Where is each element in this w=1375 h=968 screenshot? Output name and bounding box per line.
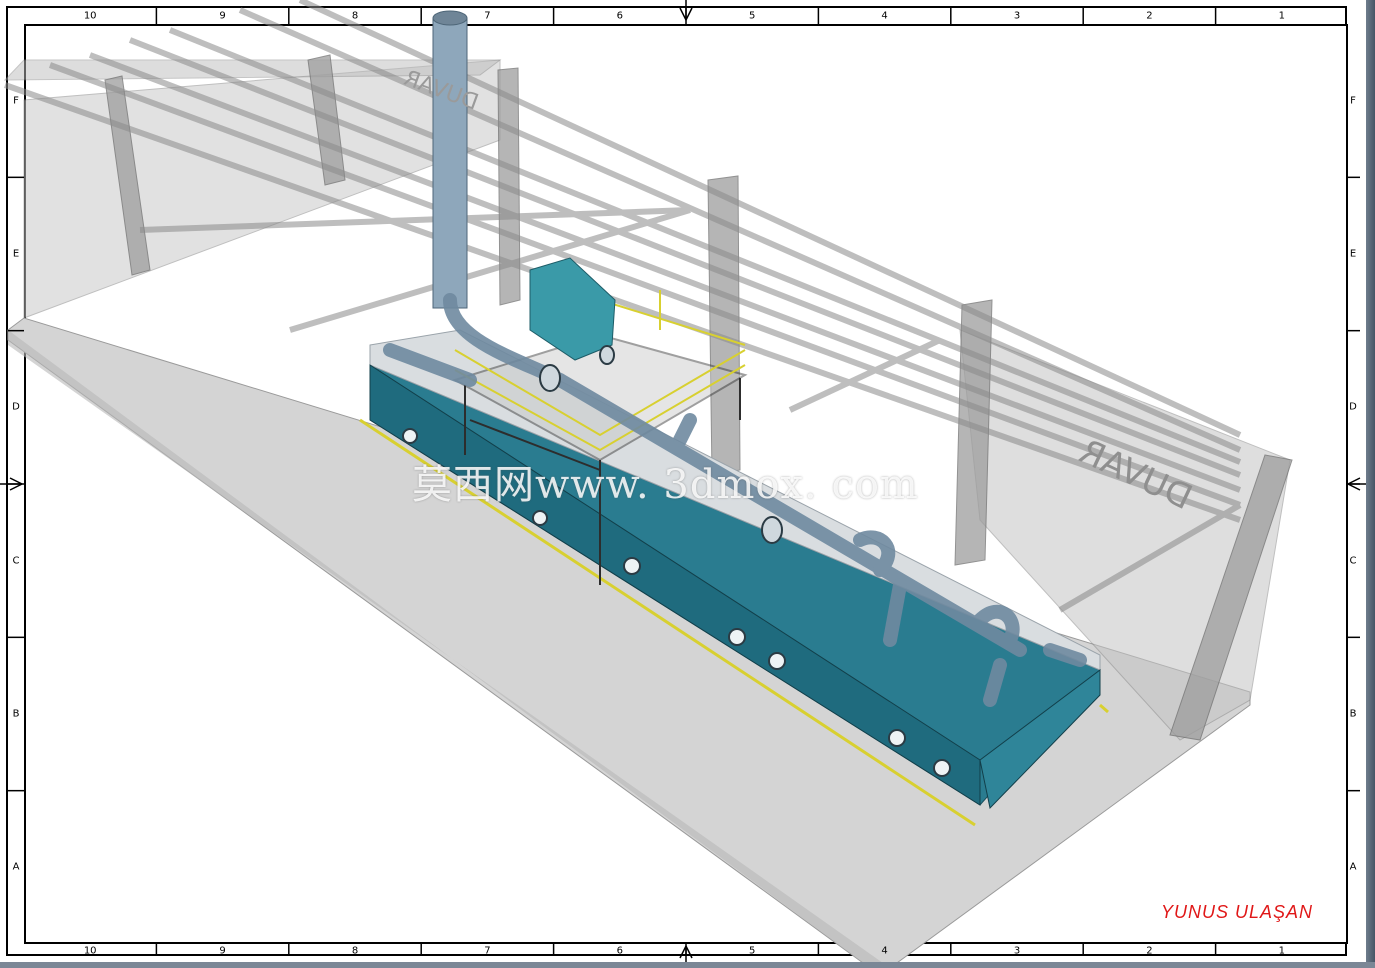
zone-label-right-C: C [1349, 555, 1357, 567]
author-signature: YUNUS ULAŞAN [1160, 902, 1313, 922]
zone-label-bottom-7: 7 [484, 945, 491, 957]
zone-label-right-E: E [1349, 248, 1357, 260]
window-edge-strip [1366, 0, 1375, 968]
zone-label-bottom-3: 3 [1013, 945, 1021, 957]
window-bottom-edge [0, 962, 1375, 968]
zone-label-bottom-8: 8 [351, 945, 359, 957]
zone-label-left-F: F [13, 95, 19, 107]
exhaust-chimney [432, 10, 468, 309]
zone-label-left-B: B [12, 708, 20, 720]
zone-label-bottom-2: 2 [1146, 945, 1153, 957]
cad-drawing-sheet: DUVAR DUVAR 10 9 8 7 6 5 4 3 2 1 10 9 8 7 6 5 4 3 2 1 F E D C B A… [0, 0, 1375, 968]
zone-label-right-F: F [1350, 95, 1356, 107]
zone-label-bottom-9: 9 [219, 945, 226, 957]
zone-label-top-7: 7 [484, 10, 491, 22]
zone-label-bottom-6: 6 [616, 945, 623, 957]
heat-exchanger-box [529, 257, 616, 361]
zone-label-top-8: 8 [351, 10, 359, 22]
zone-label-left-E: E [12, 248, 20, 260]
zone-label-bottom-10: 10 [83, 945, 97, 957]
zone-label-top-9: 9 [219, 10, 226, 22]
zone-label-bottom-5: 5 [749, 945, 756, 957]
zone-label-top-5: 5 [749, 10, 756, 22]
zone-label-top-1: 1 [1278, 10, 1285, 22]
zone-label-bottom-1: 1 [1278, 945, 1285, 957]
zone-label-top-6: 6 [616, 10, 623, 22]
zone-label-right-A: A [1349, 861, 1357, 873]
zone-label-left-C: C [12, 555, 20, 567]
zone-label-left-D: D [12, 401, 20, 413]
zone-label-right-D: D [1349, 401, 1357, 413]
zone-label-left-A: A [12, 861, 20, 873]
watermark-text: 莫西网www. 3dmox. com [412, 462, 919, 508]
zone-label-right-B: B [1349, 708, 1357, 720]
zone-label-top-2: 2 [1146, 10, 1153, 22]
zone-label-top-4: 4 [881, 10, 888, 22]
zone-label-bottom-4: 4 [881, 945, 888, 957]
zone-label-top-3: 3 [1013, 10, 1021, 22]
zone-label-top-10: 10 [83, 10, 97, 22]
